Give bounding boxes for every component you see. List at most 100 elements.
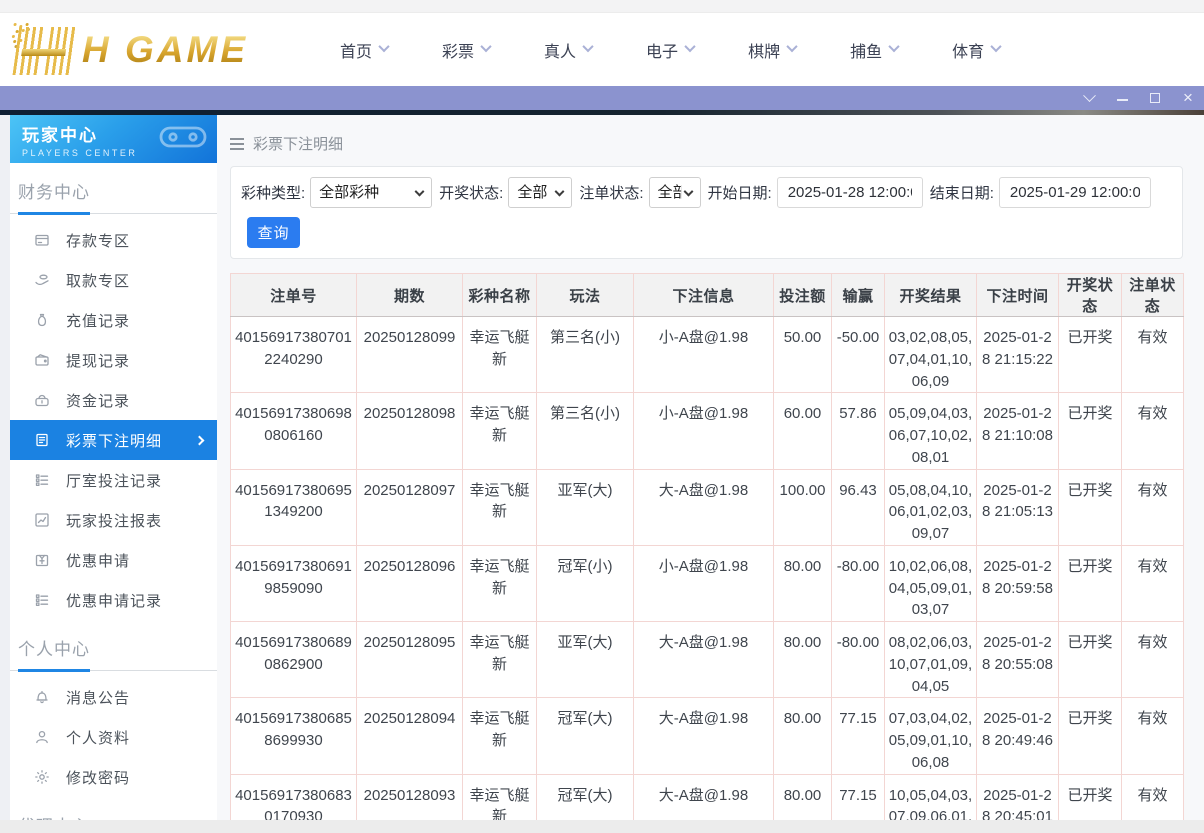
bet-status-label: 注单状态: bbox=[579, 182, 643, 203]
hamburger-icon[interactable] bbox=[230, 138, 244, 150]
lottery-type-select[interactable]: 全部彩种 bbox=[310, 177, 432, 208]
column-header: 注单状态 bbox=[1122, 274, 1184, 317]
sidebar-item-厅室投注记录[interactable]: 厅室投注记录 bbox=[10, 460, 217, 500]
nav-item-label: 真人 bbox=[544, 38, 576, 62]
table-cell: 50.00 bbox=[774, 317, 832, 393]
sidebar-section-title: 个人中心 bbox=[18, 635, 217, 660]
sidebar-item-优惠申请[interactable]: 优惠申请 bbox=[10, 540, 217, 580]
nav-item-label: 彩票 bbox=[442, 38, 474, 62]
table-cell: 77.15 bbox=[832, 698, 885, 774]
chevron-down-icon bbox=[480, 41, 491, 52]
report-chart-icon bbox=[34, 512, 50, 528]
table-cell: 冠军(小) bbox=[537, 545, 634, 621]
table-cell: 20250128097 bbox=[357, 469, 463, 545]
sidebar-item-充值记录[interactable]: 充值记录 bbox=[10, 300, 217, 340]
table-cell: 已开奖 bbox=[1059, 317, 1122, 393]
chevron-right-icon bbox=[195, 435, 205, 445]
logo[interactable]: H GAME bbox=[8, 23, 276, 77]
end-date-label: 结束日期: bbox=[930, 182, 994, 203]
sidebar-item-玩家投注报表[interactable]: 玩家投注报表 bbox=[10, 500, 217, 540]
sidebar-item-label: 彩票下注明细 bbox=[66, 430, 162, 451]
sidebar-item-资金记录[interactable]: 资金记录 bbox=[10, 380, 217, 420]
wallet-icon bbox=[34, 352, 50, 368]
end-date-input[interactable] bbox=[999, 177, 1151, 208]
table-cell: 幸运飞艇新 bbox=[463, 393, 537, 469]
main-panel: 彩票下注明细 彩种类型: 全部彩种 开奖状态: 全部 注单状态: 全部 开始日期… bbox=[217, 115, 1204, 820]
nav-item-1[interactable]: 彩票 bbox=[442, 38, 490, 62]
table-cell: 已开奖 bbox=[1059, 545, 1122, 621]
bet-status-select[interactable]: 全部 bbox=[649, 177, 701, 208]
table-cell: 幸运飞艇新 bbox=[463, 469, 537, 545]
draw-status-select[interactable]: 全部 bbox=[508, 177, 572, 208]
bank-card-icon bbox=[34, 232, 50, 248]
table-cell: 77.15 bbox=[832, 774, 885, 820]
window-minimize-icon[interactable] bbox=[1116, 92, 1128, 104]
sidebar-item-取款专区[interactable]: 取款专区 bbox=[10, 260, 217, 300]
table-cell: 已开奖 bbox=[1059, 622, 1122, 698]
draw-status-label: 开奖状态: bbox=[439, 182, 503, 203]
sidebar: 玩家中心 PLAYERS CENTER 财务中心存款专区取款专区充值记录提现记录… bbox=[10, 115, 217, 820]
table-cell: 401569173806890862900 bbox=[231, 622, 357, 698]
table-cell: 大-A盘@1.98 bbox=[634, 774, 774, 820]
table-cell: 80.00 bbox=[774, 545, 832, 621]
window-maximize-icon[interactable] bbox=[1149, 92, 1161, 104]
nav-item-4[interactable]: 棋牌 bbox=[748, 38, 796, 62]
sidebar-item-彩票下注明细[interactable]: 彩票下注明细 bbox=[10, 420, 217, 460]
sidebar-item-修改密码[interactable]: 修改密码 bbox=[10, 757, 217, 797]
column-header: 玩法 bbox=[537, 274, 634, 317]
table-cell: 第三名(小) bbox=[537, 317, 634, 393]
window-close-icon[interactable]: × bbox=[1182, 92, 1194, 104]
sidebar-item-提现记录[interactable]: 提现记录 bbox=[10, 340, 217, 380]
money-bag-icon bbox=[34, 312, 50, 328]
gear-icon bbox=[34, 769, 50, 785]
top-navbar: H GAME 首页 彩票 真人 电子 棋牌 捕鱼 体育 bbox=[0, 13, 1204, 86]
table-cell: 大-A盘@1.98 bbox=[634, 698, 774, 774]
withdraw-hand-icon bbox=[34, 272, 50, 288]
table-row: 40156917380683017093020250128093幸运飞艇新冠军(… bbox=[231, 774, 1184, 820]
window-chevron-down-icon[interactable] bbox=[1083, 92, 1095, 104]
nav-item-0[interactable]: 首页 bbox=[340, 38, 388, 62]
nav-item-3[interactable]: 电子 bbox=[646, 38, 694, 62]
chevron-down-icon bbox=[990, 41, 1001, 52]
table-cell: 小-A盘@1.98 bbox=[634, 545, 774, 621]
table-cell: 20250128093 bbox=[357, 774, 463, 820]
lottery-type-label: 彩种类型: bbox=[241, 182, 305, 203]
sidebar-item-个人资料[interactable]: 个人资料 bbox=[10, 717, 217, 757]
column-header: 注单号 bbox=[231, 274, 357, 317]
start-date-input[interactable] bbox=[777, 177, 923, 208]
nav-item-2[interactable]: 真人 bbox=[544, 38, 592, 62]
table-row: 40156917380701224029020250128099幸运飞艇新第三名… bbox=[231, 317, 1184, 393]
footer-strip bbox=[0, 820, 1204, 833]
table-cell: 已开奖 bbox=[1059, 698, 1122, 774]
nav-item-5[interactable]: 捕鱼 bbox=[850, 38, 898, 62]
table-cell: 2025-01-28 20:55:08 bbox=[977, 622, 1059, 698]
table-row: 40156917380689086290020250128095幸运飞艇新亚军(… bbox=[231, 622, 1184, 698]
nav-item-label: 首页 bbox=[340, 38, 372, 62]
gamepad-icon bbox=[159, 121, 207, 156]
app-window: H GAME 首页 彩票 真人 电子 棋牌 捕鱼 体育 × 玩家中心 PLAYERS CEN… bbox=[0, 0, 1204, 833]
nav-item-6[interactable]: 体育 bbox=[952, 38, 1000, 62]
column-header: 彩种名称 bbox=[463, 274, 537, 317]
table-cell: 已开奖 bbox=[1059, 469, 1122, 545]
table-cell: 401569173806951349200 bbox=[231, 469, 357, 545]
sidebar-item-存款专区[interactable]: 存款专区 bbox=[10, 220, 217, 260]
section-divider bbox=[10, 213, 217, 214]
sidebar-item-label: 消息公告 bbox=[66, 687, 130, 708]
bet-detail-icon bbox=[34, 432, 50, 448]
promo-ticket-icon bbox=[34, 552, 50, 568]
sidebar-item-消息公告[interactable]: 消息公告 bbox=[10, 677, 217, 717]
table-cell: 401569173806858699930 bbox=[231, 698, 357, 774]
table-cell: 有效 bbox=[1122, 698, 1184, 774]
sidebar-item-优惠申请记录[interactable]: 优惠申请记录 bbox=[10, 580, 217, 620]
table-cell: 60.00 bbox=[774, 393, 832, 469]
table-cell: 57.86 bbox=[832, 393, 885, 469]
chevron-down-icon bbox=[378, 41, 389, 52]
column-header: 下注信息 bbox=[634, 274, 774, 317]
table-cell: 20250128095 bbox=[357, 622, 463, 698]
table-cell: 05,09,04,03,06,07,10,02,08,01 bbox=[885, 393, 977, 469]
window-titlebar: × bbox=[0, 86, 1204, 110]
query-button[interactable]: 查询 bbox=[247, 217, 300, 248]
table-cell: 401569173806919859090 bbox=[231, 545, 357, 621]
nav-item-label: 体育 bbox=[952, 38, 984, 62]
promo-record-icon bbox=[34, 592, 50, 608]
